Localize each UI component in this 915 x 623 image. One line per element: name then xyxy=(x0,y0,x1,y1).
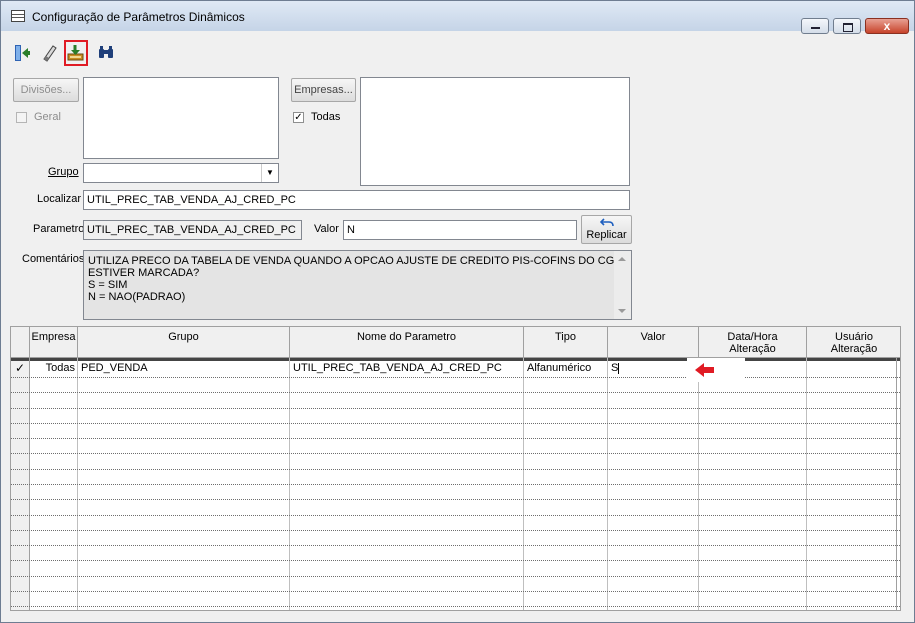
col-header-valor[interactable]: Valor xyxy=(608,327,699,358)
minimize-button[interactable] xyxy=(801,18,829,34)
scroll-down-icon[interactable] xyxy=(618,309,626,313)
todas-label: Todas xyxy=(311,111,341,123)
save-download-icon xyxy=(67,45,84,61)
cell-valor-text: S xyxy=(611,362,619,374)
col-header-empresa[interactable]: Empresa xyxy=(30,327,78,358)
grupo-label: Grupo xyxy=(48,166,79,178)
replicar-label: Replicar xyxy=(586,229,627,241)
eraser-icon xyxy=(43,45,57,62)
exit-button[interactable] xyxy=(10,40,34,66)
col-header-tipo[interactable]: Tipo xyxy=(524,327,608,358)
comment-line: N = NAO(PADRAO) xyxy=(88,291,186,303)
scroll-up-icon[interactable] xyxy=(618,257,626,261)
grupo-combo[interactable]: ▼ xyxy=(83,163,279,183)
undo-arrow-icon xyxy=(599,218,614,227)
parametro-label: Parametro xyxy=(33,223,85,235)
title-bar: Configuração de Parâmetros Dinâmicos x xyxy=(1,1,914,34)
binoculars-icon xyxy=(99,46,113,58)
comentarios-text[interactable]: UTILIZA PRECO DA TABELA DE VENDA QUANDO … xyxy=(83,250,632,320)
comment-line: ESTIVER MARCADA? xyxy=(88,267,200,279)
comentarios-label: Comentários xyxy=(22,253,85,265)
col-header-data-hora[interactable]: Data/Hora Alteração xyxy=(699,327,807,358)
geral-checkbox[interactable] xyxy=(16,112,27,123)
clear-button[interactable] xyxy=(38,40,62,66)
geral-label: Geral xyxy=(34,111,61,123)
search-button[interactable] xyxy=(94,40,118,66)
row-indicator-column xyxy=(11,361,29,610)
grid-indicator-header xyxy=(11,327,30,358)
save-button[interactable] xyxy=(64,40,88,66)
row-selected-icon: ✓ xyxy=(15,361,26,375)
col-header-nome[interactable]: Nome do Parametro xyxy=(290,327,524,358)
valor-input[interactable]: N xyxy=(343,220,577,240)
col-header-grupo[interactable]: Grupo xyxy=(78,327,290,358)
comment-line: S = SIM xyxy=(88,279,128,291)
empresas-button[interactable]: Empresas... xyxy=(291,78,356,102)
localizar-label: Localizar xyxy=(37,193,82,205)
comentarios-scrollbar[interactable] xyxy=(614,251,631,319)
text-cursor xyxy=(618,362,620,374)
parametro-field: UTIL_PREC_TAB_VENDA_AJ_CRED_PC xyxy=(83,220,302,240)
window-title: Configuração de Parâmetros Dinâmicos xyxy=(32,10,245,24)
close-button[interactable]: x xyxy=(865,18,909,34)
cell-valor[interactable]: S xyxy=(608,361,698,376)
cell-nome[interactable]: UTIL_PREC_TAB_VENDA_AJ_CRED_PC xyxy=(290,361,523,376)
replicar-button[interactable]: Replicar xyxy=(581,215,632,244)
valor-label: Valor xyxy=(314,223,339,235)
todas-checkbox[interactable]: ✓ xyxy=(293,112,304,123)
parameters-grid[interactable]: Empresa Grupo Nome do Parametro Tipo Val… xyxy=(10,326,901,611)
cell-usuario[interactable] xyxy=(807,361,896,376)
cell-tipo[interactable]: Alfanumérico xyxy=(524,361,607,376)
divisoes-list[interactable] xyxy=(83,77,279,159)
maximize-button[interactable] xyxy=(833,18,861,34)
red-arrow-icon xyxy=(687,358,745,382)
chevron-down-icon[interactable]: ▼ xyxy=(261,164,278,182)
cell-empresa[interactable]: Todas xyxy=(30,361,77,376)
table-row[interactable]: ✓ Todas PED_VENDA UTIL_PREC_TAB_VENDA_AJ… xyxy=(11,361,900,377)
app-icon xyxy=(11,10,25,22)
divisoes-button[interactable]: Divisões... xyxy=(13,78,79,102)
cell-grupo[interactable]: PED_VENDA xyxy=(78,361,289,376)
exit-icon xyxy=(15,45,30,61)
col-header-usuario[interactable]: Usuário Alteração xyxy=(807,327,900,358)
comment-line: UTILIZA PRECO DA TABELA DE VENDA QUANDO … xyxy=(88,255,623,267)
localizar-input[interactable]: UTIL_PREC_TAB_VENDA_AJ_CRED_PC xyxy=(83,190,630,210)
empresas-list[interactable] xyxy=(360,77,630,186)
main-window: Configuração de Parâmetros Dinâmicos x D… xyxy=(0,0,915,623)
